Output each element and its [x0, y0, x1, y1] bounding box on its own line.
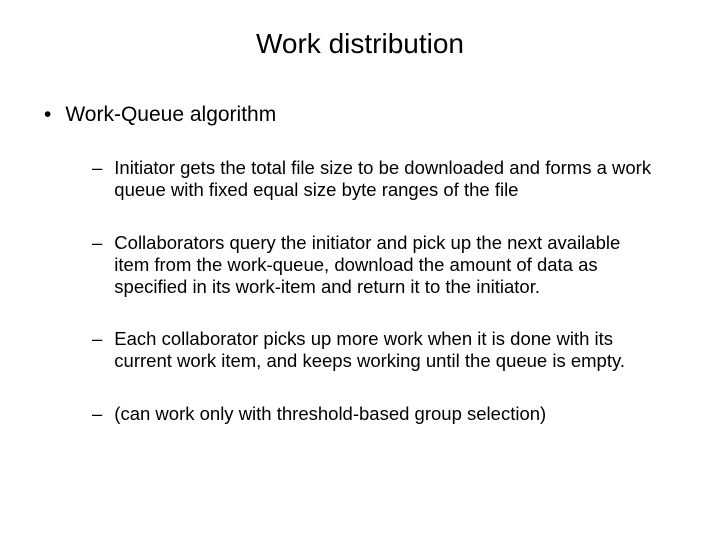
dash-icon: – — [92, 403, 102, 425]
bullet-level2-text: (can work only with threshold-based grou… — [114, 403, 654, 425]
bullet-level2: – Collaborators query the initiator and … — [92, 232, 654, 299]
bullet-level2: – Each collaborator picks up more work w… — [92, 328, 654, 372]
dash-icon: – — [92, 328, 102, 350]
bullet-level2-text: Collaborators query the initiator and pi… — [114, 232, 654, 299]
bullet-level1: • Work-Queue algorithm — [44, 102, 684, 127]
bullet-level1-text: Work-Queue algorithm — [65, 102, 276, 127]
bullet-dot-icon: • — [44, 102, 51, 127]
bullet-level2: – Initiator gets the total file size to … — [92, 157, 654, 201]
bullet-level2: – (can work only with threshold-based gr… — [92, 403, 654, 425]
dash-icon: – — [92, 232, 102, 254]
bullet-level2-text: Each collaborator picks up more work whe… — [114, 328, 654, 372]
bullet-level2-text: Initiator gets the total file size to be… — [114, 157, 654, 201]
slide-title: Work distribution — [36, 28, 684, 60]
dash-icon: – — [92, 157, 102, 179]
